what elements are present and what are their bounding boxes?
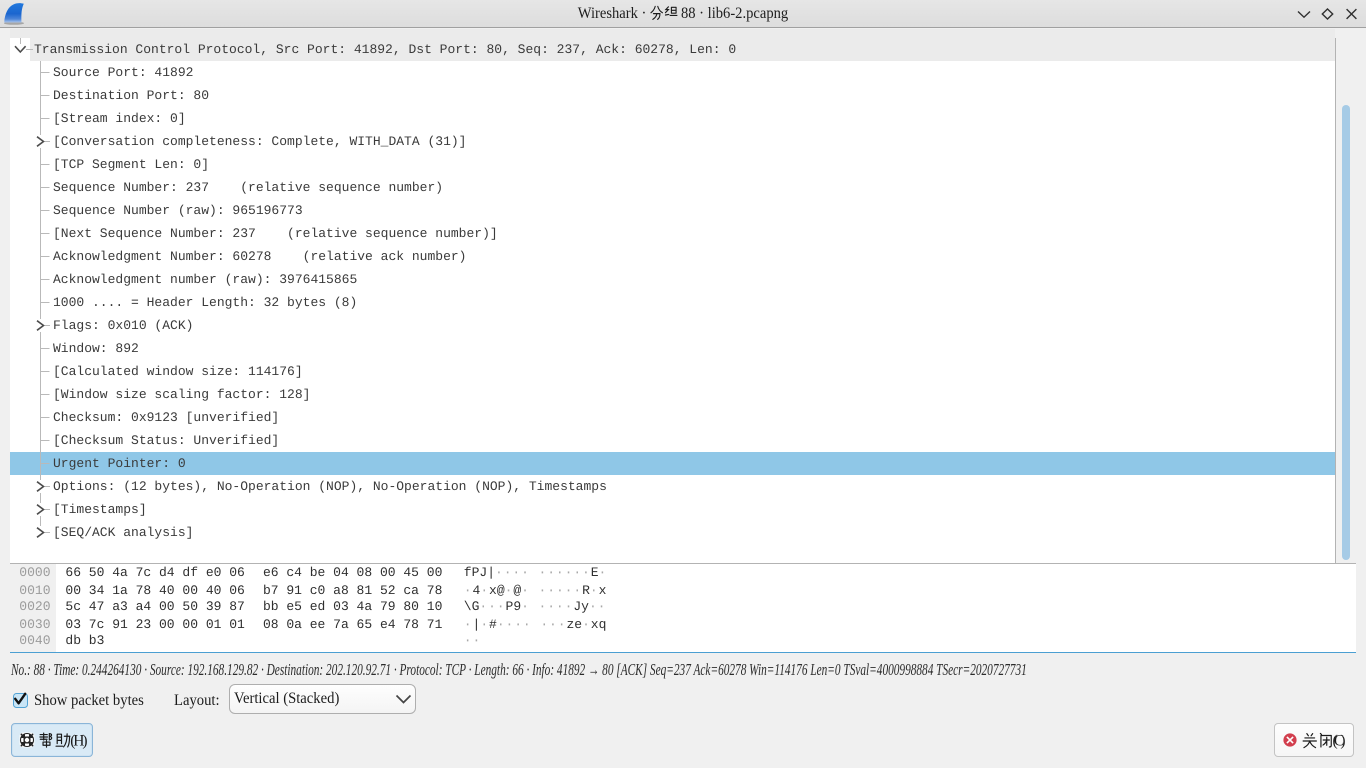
svg-text:(C): (C) [1333,733,1346,750]
svg-text:(H): (H) [70,733,87,750]
